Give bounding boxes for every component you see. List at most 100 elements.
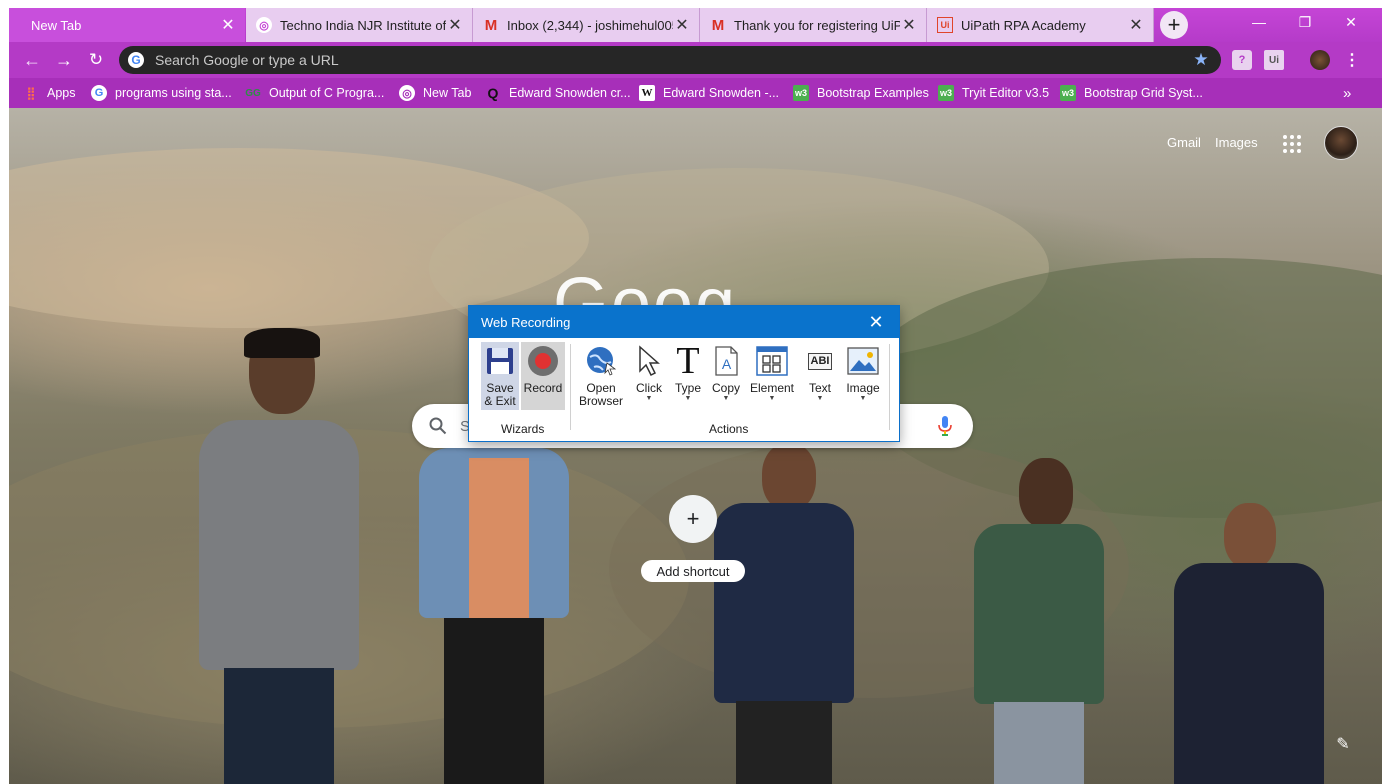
ribbon-separator: [570, 344, 571, 430]
menu-kebab-icon[interactable]: ⋮: [1342, 50, 1362, 70]
type-label: Type: [674, 381, 701, 395]
bookmark-bootstrap-grid[interactable]: w3 Bootstrap Grid Syst...: [1060, 84, 1203, 102]
tab-new-tab[interactable]: New Tab ✕: [9, 8, 245, 42]
close-window-button[interactable]: ✕: [1328, 8, 1374, 36]
restore-button[interactable]: ❐: [1282, 8, 1328, 36]
bookmark-new-tab[interactable]: ◎ New Tab: [399, 84, 471, 102]
cursor-arrow-icon: [632, 344, 666, 378]
dropdown-caret-icon: ▼: [645, 395, 653, 402]
omnibox-input[interactable]: [153, 51, 1191, 69]
photo-person: [714, 443, 854, 784]
minimize-button[interactable]: —: [1236, 8, 1282, 36]
back-arrow-icon[interactable]: ←: [19, 47, 45, 73]
dropdown-caret-icon: ▼: [816, 395, 824, 402]
window-edge: [0, 0, 9, 784]
bookmark-label: Apps: [47, 86, 76, 100]
bookmark-star-icon[interactable]: ★: [1191, 50, 1211, 70]
gmail-icon: M: [484, 16, 498, 34]
microphone-icon[interactable]: [935, 415, 955, 437]
dropdown-caret-icon: ▼: [722, 395, 730, 402]
bookmark-label: Edward Snowden cr...: [509, 86, 631, 100]
uipath-extension-icon[interactable]: Ui: [1264, 50, 1284, 70]
dropdown-caret-icon: ▼: [684, 395, 692, 402]
uipath-icon: Ui: [937, 17, 953, 33]
globe-icon: ◎: [256, 17, 272, 33]
element-label: Element: [749, 381, 795, 395]
close-tab-icon[interactable]: ✕: [446, 16, 464, 34]
type-button[interactable]: T Type ▼: [671, 342, 705, 403]
record-icon: [526, 344, 560, 378]
record-button[interactable]: Record: [521, 344, 565, 395]
ribbon: Save & Exit Record Wizards Open Browser: [469, 338, 899, 441]
search-icon: [428, 416, 448, 436]
dialog-close-icon[interactable]: ✕: [867, 312, 885, 332]
image-label: Image: [846, 381, 880, 395]
element-button[interactable]: Element ▼: [747, 344, 797, 403]
text-abi-icon: ABI: [803, 344, 837, 378]
tab-techno-india[interactable]: ◎ Techno India NJR Institute of Te ✕: [246, 8, 473, 42]
svg-text:A: A: [722, 356, 732, 372]
omnibox[interactable]: G ★: [119, 46, 1221, 74]
close-tab-icon[interactable]: ✕: [673, 16, 691, 34]
shield-extension-icon[interactable]: ?: [1232, 50, 1252, 70]
tab-thank-you[interactable]: M Thank you for registering UiPa ✕: [700, 8, 927, 42]
dropdown-caret-icon: ▼: [768, 395, 776, 402]
text-icon-glyph: ABI: [807, 352, 833, 370]
google-apps-icon[interactable]: [1283, 135, 1301, 153]
actions-group-label: Actions: [709, 422, 749, 436]
text-label: Text: [808, 381, 831, 395]
tab-title: Inbox (2,344) - joshimehul005@: [507, 17, 673, 33]
bookmark-snowden-quora[interactable]: Q Edward Snowden cr...: [485, 84, 631, 102]
forward-arrow-icon[interactable]: →: [51, 47, 77, 73]
close-tab-icon[interactable]: ✕: [900, 16, 918, 34]
tab-inbox[interactable]: M Inbox (2,344) - joshimehul005@ ✕: [473, 8, 700, 42]
image-button[interactable]: Image ▼: [843, 344, 883, 403]
tab-favicon-spacer: [19, 17, 23, 33]
floppy-disk-icon: [483, 344, 517, 378]
w3-icon: w3: [793, 85, 809, 101]
account-avatar[interactable]: [1324, 126, 1358, 160]
new-tab-button[interactable]: +: [1160, 11, 1188, 39]
image-picture-icon: [846, 344, 880, 378]
quora-icon: Q: [487, 85, 499, 101]
customize-pencil-icon[interactable]: ✎: [1333, 734, 1353, 754]
w3-icon: w3: [1060, 85, 1076, 101]
bookmark-output-c[interactable]: GG Output of C Progra...: [245, 84, 384, 102]
google-icon: G: [128, 52, 144, 68]
new-tab-page: Gmail Images Goog + Add shortcut ✎: [9, 108, 1382, 784]
bookmark-apps[interactable]: ⣿ Apps: [23, 84, 76, 102]
tab-title: UiPath RPA Academy: [961, 17, 1086, 33]
bookmark-snowden-wiki[interactable]: W Edward Snowden -...: [639, 84, 779, 102]
reload-icon[interactable]: ↻: [83, 47, 109, 73]
save-exit-label: Save & Exit: [484, 381, 516, 408]
wizards-group-label: Wizards: [501, 422, 545, 436]
bookmark-tryit-editor[interactable]: w3 Tryit Editor v3.5: [938, 84, 1049, 102]
dropdown-caret-icon: ▼: [859, 395, 867, 402]
tab-uipath-academy[interactable]: Ui UiPath RPA Academy ✕: [927, 8, 1154, 42]
element-grid-icon: [755, 344, 789, 378]
close-tab-icon[interactable]: ✕: [219, 16, 237, 34]
dialog-title-bar: Web Recording ✕: [469, 306, 899, 338]
images-link[interactable]: Images: [1215, 135, 1258, 150]
open-browser-button[interactable]: Open Browser: [575, 344, 627, 408]
copy-button[interactable]: A Copy ▼: [709, 344, 743, 403]
add-shortcut-label[interactable]: Add shortcut: [641, 560, 745, 582]
click-button[interactable]: Click ▼: [633, 344, 665, 403]
profile-avatar-icon[interactable]: [1310, 50, 1330, 70]
bookmarks-overflow-button[interactable]: »: [1343, 84, 1351, 102]
apps-grid-icon: ⣿: [26, 86, 36, 100]
bookmark-programs[interactable]: G programs using sta...: [91, 84, 232, 102]
save-exit-button[interactable]: Save & Exit: [481, 344, 519, 408]
close-tab-icon[interactable]: ✕: [1127, 16, 1145, 34]
photo-person: [189, 328, 359, 784]
record-label: Record: [523, 381, 563, 395]
globe-icon: ◎: [399, 85, 415, 101]
w3-icon: w3: [938, 85, 954, 101]
bookmark-bootstrap-examples[interactable]: w3 Bootstrap Examples: [793, 84, 929, 102]
gmail-link[interactable]: Gmail: [1167, 135, 1201, 150]
tab-title: Thank you for registering UiPa: [734, 17, 900, 33]
text-button[interactable]: ABI Text ▼: [801, 344, 839, 403]
open-browser-label: Open Browser: [578, 381, 623, 408]
browser-toolbar: ← → ↻ G ★ ? Ui ⋮: [9, 42, 1382, 78]
add-shortcut-button[interactable]: +: [669, 495, 717, 543]
